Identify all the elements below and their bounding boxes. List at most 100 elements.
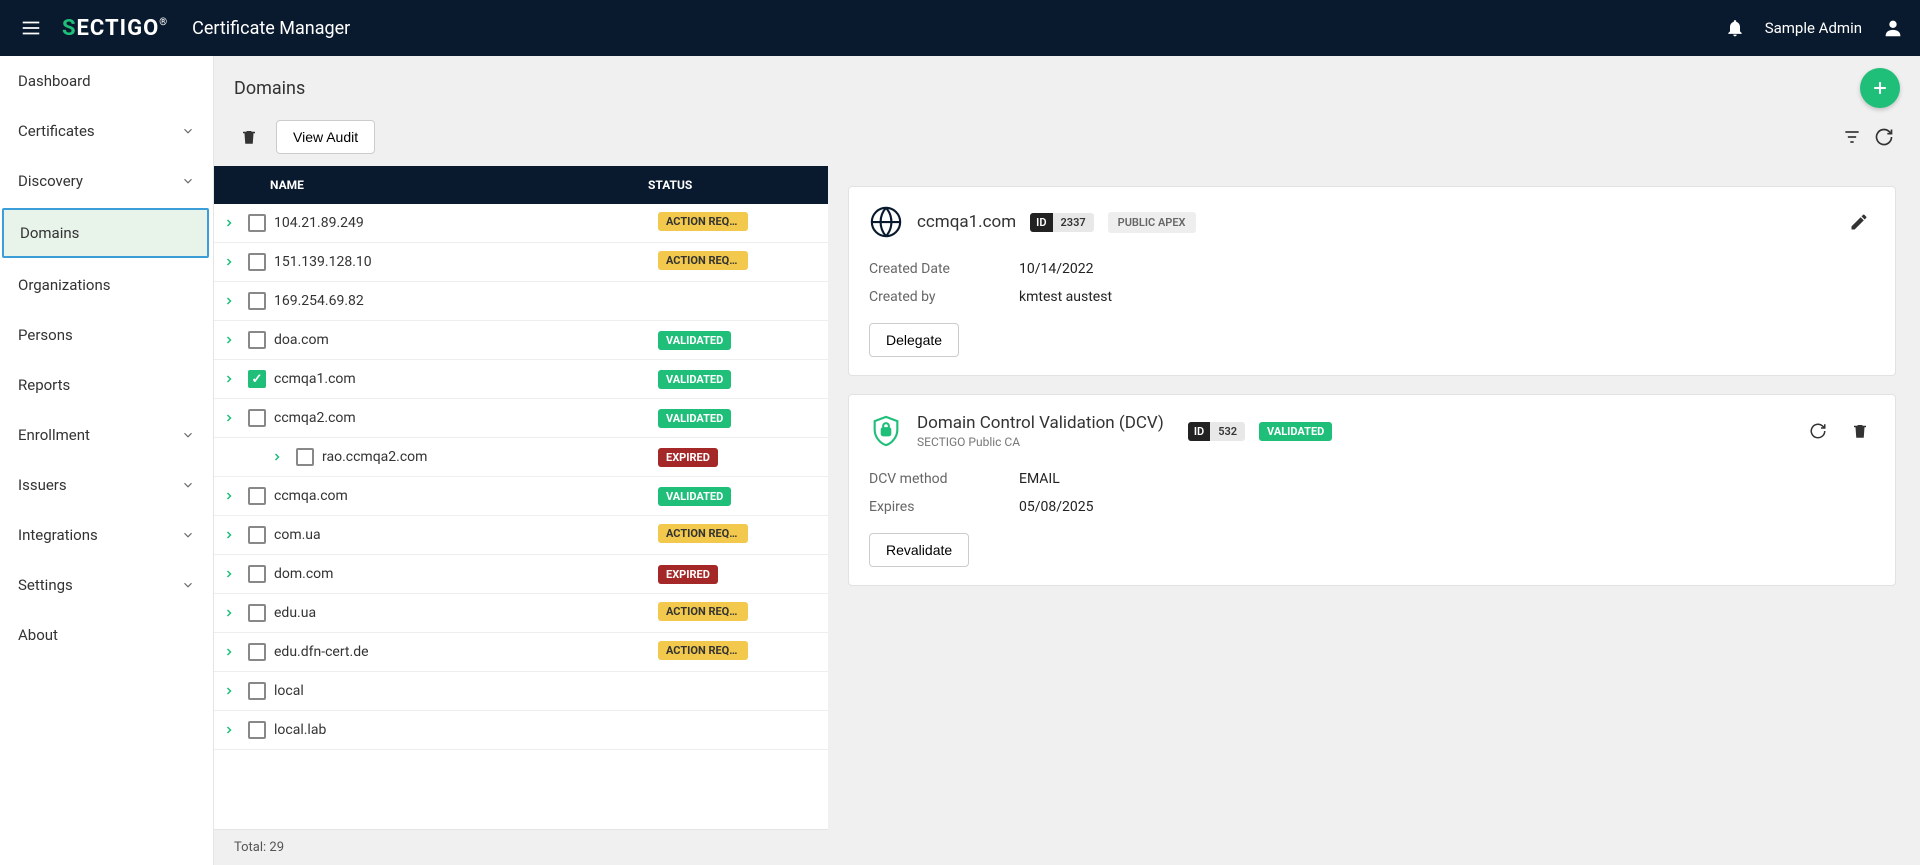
chevron-down-icon bbox=[181, 578, 195, 592]
row-checkbox[interactable] bbox=[248, 604, 266, 622]
expand-icon[interactable] bbox=[214, 529, 244, 541]
sidebar-item-label: Organizations bbox=[18, 276, 111, 294]
status-badge: VALIDATED bbox=[658, 331, 731, 350]
row-checkbox[interactable] bbox=[248, 253, 266, 271]
sidebar-item-organizations[interactable]: Organizations bbox=[0, 260, 213, 310]
sidebar: Dashboard CertificatesDiscoveryDomains Org… bbox=[0, 56, 214, 865]
expand-icon[interactable] bbox=[214, 607, 244, 619]
column-header-name[interactable]: NAME bbox=[214, 178, 648, 192]
user-menu-button[interactable] bbox=[1882, 17, 1904, 39]
table-row[interactable]: local.lab bbox=[214, 711, 828, 750]
sidebar-item-discovery[interactable]: Discovery bbox=[0, 156, 213, 206]
table-row[interactable]: rao.ccmqa2.comEXPIRED bbox=[214, 438, 828, 477]
status-badge: ACTION REQUI... bbox=[658, 212, 748, 231]
row-status: ACTION REQUI... bbox=[658, 602, 828, 625]
sidebar-item-issuers[interactable]: Issuers bbox=[0, 460, 213, 510]
expand-icon[interactable] bbox=[214, 373, 244, 385]
table-row[interactable]: ccmqa1.comVALIDATED bbox=[214, 360, 828, 399]
sidebar-item-reports[interactable]: Reports bbox=[0, 360, 213, 410]
table-row[interactable]: com.uaACTION REQUI... bbox=[214, 516, 828, 555]
table-row[interactable]: 169.254.69.82 bbox=[214, 282, 828, 321]
row-name: ccmqa2.com bbox=[270, 410, 658, 426]
hamburger-menu-button[interactable] bbox=[16, 13, 46, 43]
row-checkbox[interactable] bbox=[248, 331, 266, 349]
row-checkbox[interactable] bbox=[248, 565, 266, 583]
row-checkbox[interactable] bbox=[296, 448, 314, 466]
expand-icon[interactable] bbox=[262, 451, 292, 463]
main-content: Domains View Audit NAME bbox=[214, 56, 1920, 865]
row-name: ccmqa.com bbox=[270, 488, 658, 504]
sidebar-item-persons[interactable]: Persons bbox=[0, 310, 213, 360]
table-row[interactable]: edu.uaACTION REQUI... bbox=[214, 594, 828, 633]
dcv-refresh-button[interactable] bbox=[1803, 416, 1833, 446]
add-button[interactable] bbox=[1860, 68, 1900, 108]
table-row[interactable]: dom.comEXPIRED bbox=[214, 555, 828, 594]
edit-button[interactable] bbox=[1843, 206, 1875, 238]
row-checkbox[interactable] bbox=[248, 370, 266, 388]
sidebar-item-label: Enrollment bbox=[18, 426, 90, 444]
sidebar-item-enrollment[interactable]: Enrollment bbox=[0, 410, 213, 460]
table-row[interactable]: edu.dfn-cert.deACTION REQUI... bbox=[214, 633, 828, 672]
expand-icon[interactable] bbox=[214, 412, 244, 424]
sidebar-item-settings[interactable]: Settings bbox=[0, 560, 213, 610]
row-checkbox[interactable] bbox=[248, 409, 266, 427]
view-audit-button[interactable]: View Audit bbox=[276, 120, 375, 154]
revalidate-button[interactable]: Revalidate bbox=[869, 533, 969, 567]
dcv-delete-button[interactable] bbox=[1845, 416, 1875, 446]
sidebar-item-certificates[interactable]: Certificates bbox=[0, 106, 213, 156]
top-bar: SECTIGO® Certificate Manager Sample Admi… bbox=[0, 0, 1920, 56]
sidebar-item-about[interactable]: About bbox=[0, 610, 213, 660]
expand-icon[interactable] bbox=[214, 490, 244, 502]
dcv-title: Domain Control Validation (DCV) bbox=[917, 413, 1164, 433]
expand-icon[interactable] bbox=[214, 217, 244, 229]
row-checkbox[interactable] bbox=[248, 643, 266, 661]
status-badge: ACTION REQUI... bbox=[658, 602, 748, 621]
created-date-label: Created Date bbox=[869, 261, 1019, 277]
sidebar-item-domains[interactable]: Domains bbox=[2, 208, 209, 258]
public-apex-badge: PUBLIC APEX bbox=[1108, 212, 1196, 233]
row-status: VALIDATED bbox=[658, 331, 828, 350]
row-checkbox[interactable] bbox=[248, 682, 266, 700]
row-checkbox[interactable] bbox=[248, 292, 266, 310]
dcv-method-label: DCV method bbox=[869, 471, 1019, 487]
row-checkbox[interactable] bbox=[248, 526, 266, 544]
row-checkbox[interactable] bbox=[248, 721, 266, 739]
table-row[interactable]: local bbox=[214, 672, 828, 711]
notifications-button[interactable] bbox=[1725, 18, 1745, 38]
expand-icon[interactable] bbox=[214, 334, 244, 346]
table-row[interactable]: 151.139.128.10ACTION REQUI... bbox=[214, 243, 828, 282]
sidebar-item-label: Reports bbox=[18, 376, 70, 394]
row-checkbox[interactable] bbox=[248, 487, 266, 505]
table-row[interactable]: ccmqa2.comVALIDATED bbox=[214, 399, 828, 438]
status-badge: VALIDATED bbox=[658, 487, 731, 506]
refresh-button[interactable] bbox=[1868, 121, 1900, 153]
sidebar-item-dashboard[interactable]: Dashboard bbox=[0, 56, 213, 106]
shield-icon bbox=[869, 414, 903, 448]
table-row[interactable]: ccmqa.comVALIDATED bbox=[214, 477, 828, 516]
expand-icon[interactable] bbox=[214, 568, 244, 580]
expand-icon[interactable] bbox=[214, 646, 244, 658]
delegate-button[interactable]: Delegate bbox=[869, 323, 959, 357]
expand-icon[interactable] bbox=[214, 724, 244, 736]
sidebar-item-label: Dashboard bbox=[18, 72, 91, 90]
filter-button[interactable] bbox=[1836, 121, 1868, 153]
page-title: Domains bbox=[234, 78, 305, 99]
status-badge: ACTION REQUI... bbox=[658, 524, 748, 543]
delete-button[interactable] bbox=[234, 122, 264, 152]
row-name: ccmqa1.com bbox=[270, 371, 658, 387]
expand-icon[interactable] bbox=[214, 295, 244, 307]
table-row[interactable]: doa.comVALIDATED bbox=[214, 321, 828, 360]
logo-rest: ECTIGO bbox=[77, 16, 160, 41]
column-header-status[interactable]: STATUS bbox=[648, 178, 828, 192]
detail-id-chip: ID 2337 bbox=[1030, 213, 1093, 232]
dcv-expires-value: 05/08/2025 bbox=[1019, 499, 1094, 515]
expand-icon[interactable] bbox=[214, 685, 244, 697]
table-row[interactable]: 104.21.89.249ACTION REQUI... bbox=[214, 204, 828, 243]
sidebar-item-integrations[interactable]: Integrations bbox=[0, 510, 213, 560]
status-badge: EXPIRED bbox=[658, 448, 718, 467]
dcv-expires-label: Expires bbox=[869, 499, 1019, 515]
expand-icon[interactable] bbox=[214, 256, 244, 268]
row-name: 169.254.69.82 bbox=[270, 293, 658, 309]
sidebar-item-label: Persons bbox=[18, 326, 73, 344]
row-checkbox[interactable] bbox=[248, 214, 266, 232]
